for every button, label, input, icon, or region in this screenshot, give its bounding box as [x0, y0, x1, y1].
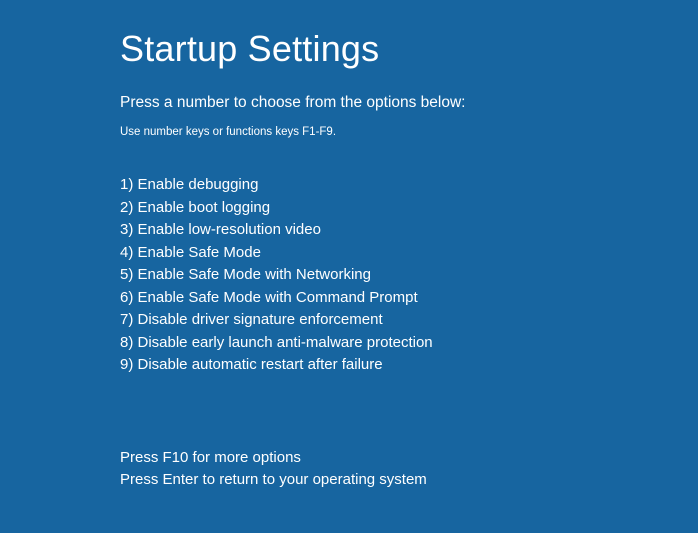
option-item[interactable]: 3) Enable low-resolution video — [120, 219, 698, 242]
option-item[interactable]: 6) Enable Safe Mode with Command Prompt — [120, 287, 698, 310]
options-list: 1) Enable debugging 2) Enable boot loggi… — [120, 174, 698, 377]
option-item[interactable]: 1) Enable debugging — [120, 174, 698, 197]
option-item[interactable]: 2) Enable boot logging — [120, 197, 698, 220]
option-item[interactable]: 5) Enable Safe Mode with Networking — [120, 264, 698, 287]
instruction-text: Press a number to choose from the option… — [120, 94, 698, 112]
return-os-text: Press Enter to return to your operating … — [120, 469, 698, 491]
page-title: Startup Settings — [120, 28, 698, 70]
option-item[interactable]: 8) Disable early launch anti-malware pro… — [120, 332, 698, 355]
option-item[interactable]: 7) Disable driver signature enforcement — [120, 309, 698, 332]
option-item[interactable]: 9) Disable automatic restart after failu… — [120, 354, 698, 377]
more-options-text: Press F10 for more options — [120, 447, 698, 469]
hint-text: Use number keys or functions keys F1-F9. — [120, 126, 698, 138]
option-item[interactable]: 4) Enable Safe Mode — [120, 242, 698, 265]
